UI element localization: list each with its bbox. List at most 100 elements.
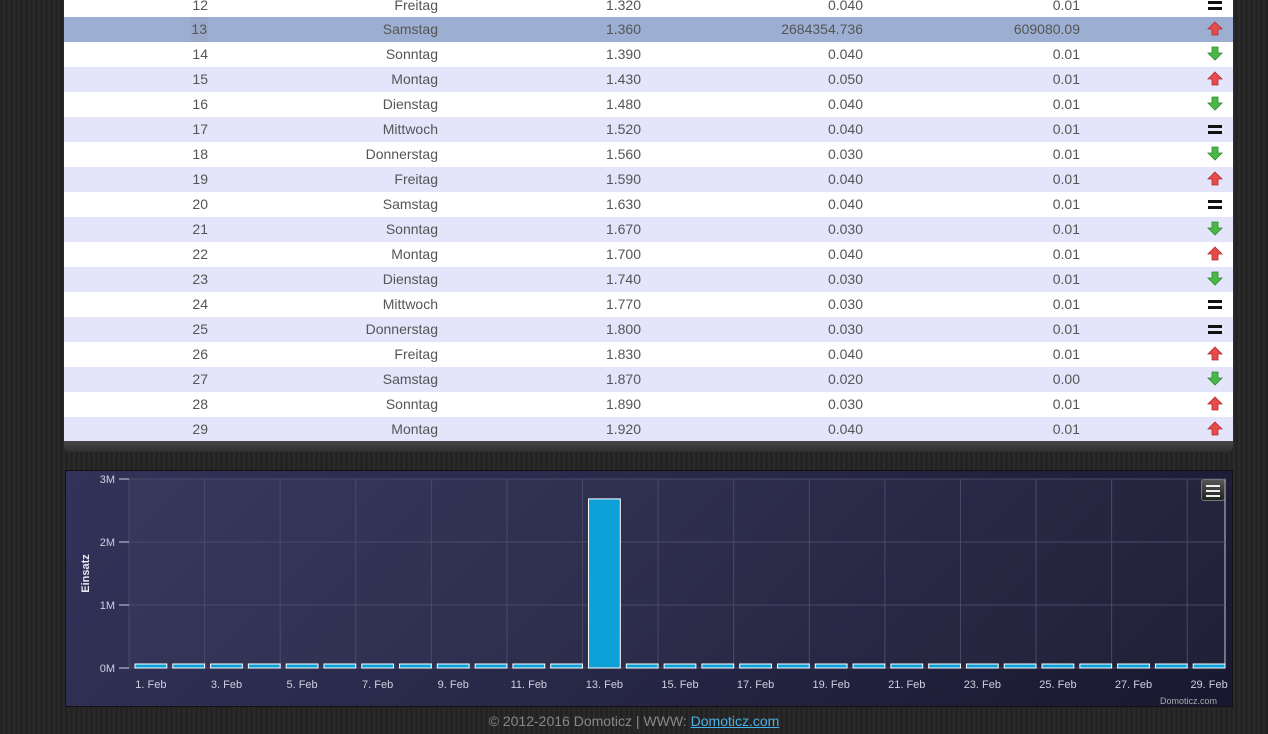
- bar: [814, 663, 848, 669]
- x-tick-label: 23. Feb: [964, 679, 1001, 691]
- page: 12 Freitag 1.320 0.040 0.01 13 Samstag 1.360 268…: [0, 0, 1268, 734]
- table-row[interactable]: 19 Freitag 1.590 0.040 0.01: [64, 167, 1233, 192]
- bar: [210, 663, 243, 669]
- cell-usage: 0.040: [827, 96, 863, 112]
- cell-weekday: Sonntag: [385, 396, 438, 412]
- cell-day: 18: [192, 146, 208, 162]
- cell-value: 1.740: [605, 271, 641, 287]
- table-row[interactable]: 13 Samstag 1.360 2684354.736 609080.09: [64, 17, 1233, 42]
- x-tick-label: 1. Feb: [135, 679, 166, 691]
- cell-usage: 0.040: [827, 246, 863, 262]
- table-row[interactable]: 21 Sonntag 1.670 0.030 0.01: [64, 217, 1233, 242]
- table-row[interactable]: 14 Sonntag 1.390 0.040 0.01: [64, 42, 1233, 67]
- table-row[interactable]: 18 Donnerstag 1.560 0.030 0.01: [64, 142, 1233, 167]
- bar: [701, 663, 735, 669]
- table-row[interactable]: 20 Samstag 1.630 0.040 0.01: [64, 192, 1233, 217]
- cell-day: 12: [192, 0, 208, 13]
- cell-cost: 0.01: [1052, 196, 1080, 212]
- bar: [663, 663, 697, 669]
- trend-up-icon: [1205, 342, 1225, 367]
- table-row[interactable]: 15 Montag 1.430 0.050 0.01: [64, 67, 1233, 92]
- table-row[interactable]: 25 Donnerstag 1.800 0.030 0.01: [64, 317, 1233, 342]
- trend-equal-icon: [1205, 292, 1225, 317]
- cell-usage: 2684354.736: [781, 21, 863, 37]
- trend-down-icon: [1205, 267, 1225, 292]
- cell-weekday: Donnerstag: [365, 146, 438, 162]
- bar: [550, 663, 584, 669]
- cell-day: 19: [192, 171, 208, 187]
- chart-menu-button[interactable]: [1201, 479, 1225, 501]
- cell-value: 1.590: [605, 171, 641, 187]
- cell-value: 1.390: [605, 46, 641, 62]
- cell-cost: 0.01: [1052, 321, 1080, 337]
- table-row[interactable]: 29 Montag 1.920 0.040 0.01: [64, 417, 1233, 442]
- cell-usage: 0.030: [827, 321, 863, 337]
- cell-cost: 0.01: [1052, 346, 1080, 362]
- trend-equal-icon: [1205, 192, 1225, 217]
- table-row[interactable]: 27 Samstag 1.870 0.020 0.00: [64, 367, 1233, 392]
- trend-equal-icon: [1205, 317, 1225, 342]
- bar: [928, 663, 961, 669]
- footer-link[interactable]: Domoticz.com: [691, 713, 780, 729]
- cell-cost: 0.01: [1052, 246, 1080, 262]
- trend-up-icon: [1205, 392, 1225, 417]
- cell-weekday: Mittwoch: [382, 296, 438, 312]
- cell-day: 29: [192, 421, 208, 437]
- cell-weekday: Donnerstag: [365, 321, 438, 337]
- cell-cost: 0.01: [1052, 121, 1080, 137]
- bar: [1192, 663, 1226, 669]
- cell-weekday: Samstag: [382, 21, 438, 37]
- cell-day: 13: [190, 17, 208, 42]
- trend-down-icon: [1205, 42, 1225, 67]
- bar: [1079, 663, 1113, 669]
- cell-value: 1.800: [605, 321, 641, 337]
- cell-usage: 0.050: [827, 71, 863, 87]
- x-tick-label: 25. Feb: [1039, 679, 1076, 691]
- bar: [965, 663, 999, 669]
- bar: [361, 663, 395, 669]
- table-row[interactable]: 24 Mittwoch 1.770 0.030 0.01: [64, 292, 1233, 317]
- cell-value: 1.630: [605, 196, 641, 212]
- cell-usage: 0.030: [827, 296, 863, 312]
- cell-day: 23: [192, 271, 208, 287]
- cell-usage: 0.020: [827, 371, 863, 387]
- menu-icon-line: [1206, 490, 1220, 492]
- cell-usage: 0.030: [827, 396, 863, 412]
- cell-cost: 0.01: [1052, 271, 1080, 287]
- chart-credit[interactable]: Domoticz.com: [1160, 696, 1217, 706]
- cell-cost: 0.01: [1052, 221, 1080, 237]
- cell-value: 1.480: [605, 96, 641, 112]
- x-tick-label: 17. Feb: [737, 679, 774, 691]
- x-tick-label: 19. Feb: [813, 679, 850, 691]
- cell-weekday: Dienstag: [382, 271, 438, 287]
- cell-weekday: Freitag: [394, 171, 438, 187]
- bar: [399, 663, 432, 669]
- bar: [588, 498, 621, 669]
- cell-weekday: Montag: [391, 246, 438, 262]
- cell-value: 1.770: [605, 296, 641, 312]
- table-row[interactable]: 17 Mittwoch 1.520 0.040 0.01: [64, 117, 1233, 142]
- table-row[interactable]: 28 Sonntag 1.890 0.030 0.01: [64, 392, 1233, 417]
- cell-weekday: Montag: [391, 421, 438, 437]
- bar: [739, 663, 772, 669]
- cell-day: 17: [192, 121, 208, 137]
- x-tick-label: 15. Feb: [661, 679, 698, 691]
- bar: [776, 663, 810, 669]
- plot-area: [128, 478, 1226, 669]
- table-row[interactable]: 16 Dienstag 1.480 0.040 0.01: [64, 92, 1233, 117]
- table-row[interactable]: 12 Freitag 1.320 0.040 0.01: [64, 0, 1233, 17]
- table-row[interactable]: 22 Montag 1.700 0.040 0.01: [64, 242, 1233, 267]
- x-tick-label: 13. Feb: [586, 679, 623, 691]
- cell-weekday: Sonntag: [385, 221, 438, 237]
- table-row[interactable]: 26 Freitag 1.830 0.040 0.01: [64, 342, 1233, 367]
- cell-weekday: Freitag: [394, 0, 438, 13]
- y-axis-label: Einsatz: [80, 554, 92, 593]
- x-tick-label: 7. Feb: [362, 679, 393, 691]
- bar: [134, 663, 168, 669]
- table-row[interactable]: 23 Dienstag 1.740 0.030 0.01: [64, 267, 1233, 292]
- bar: [852, 663, 886, 669]
- cell-cost: 0.01: [1052, 46, 1080, 62]
- cell-weekday: Montag: [391, 71, 438, 87]
- bar: [625, 663, 659, 669]
- cell-day: 28: [192, 396, 208, 412]
